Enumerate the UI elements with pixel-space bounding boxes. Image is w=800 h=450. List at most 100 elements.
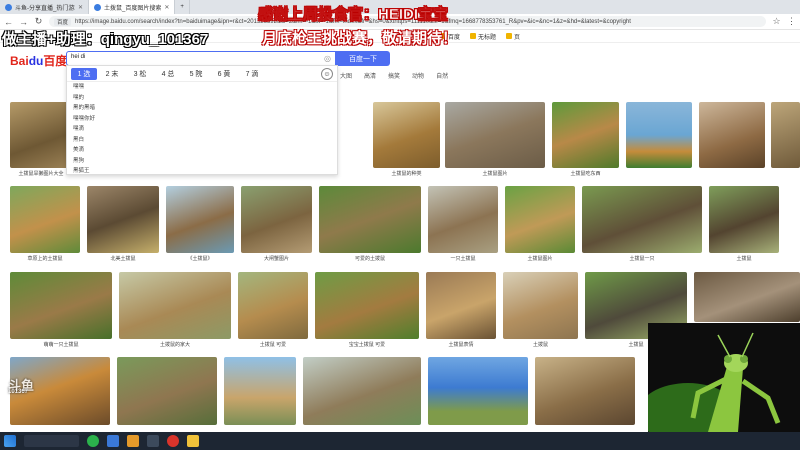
result-image[interactable] — [699, 102, 765, 168]
stream-overlay-line2: 月底枪王挑战赛，敬请期待！ — [262, 30, 458, 47]
media-icon[interactable] — [187, 435, 199, 447]
douyu-watermark: 斗鱼 101367 — [8, 378, 35, 396]
tab-douyu[interactable]: 斗鱼-分享直播_热门游戏直播 ✕ — [0, 0, 90, 14]
image-caption: 一只土拨鼠 — [450, 256, 476, 262]
steam-icon[interactable] — [147, 435, 159, 447]
result-image[interactable] — [315, 272, 419, 339]
back-icon[interactable]: ← — [4, 17, 13, 27]
image-caption: 《土拨鼠》 — [187, 256, 213, 262]
suggestion-item[interactable]: 黑的黑暗 — [67, 103, 337, 114]
search-button[interactable]: 百度一下 — [336, 51, 390, 66]
result-image[interactable] — [241, 186, 312, 253]
image-caption: 土拨鼠图片 — [482, 171, 508, 177]
result-image[interactable] — [10, 186, 80, 253]
filter-item[interactable]: 自然 — [436, 71, 448, 80]
result-image[interactable] — [166, 186, 234, 253]
windows-taskbar — [0, 432, 800, 450]
search-input[interactable]: hei di ◎ — [66, 51, 336, 66]
image-caption: 北美土拨鼠 — [110, 256, 136, 262]
image-caption: 土拨鼠 — [736, 256, 752, 262]
image-caption: 萌萌一只土拨鼠 — [43, 342, 79, 348]
suggestion-item[interactable]: 黑狗 — [67, 156, 337, 167]
emoji-icon[interactable]: ☺ — [321, 67, 333, 80]
result-image[interactable] — [303, 357, 421, 425]
result-image[interactable] — [535, 357, 635, 425]
result-image[interactable] — [10, 272, 112, 339]
image-caption: 土拨鼠的家大 — [159, 342, 190, 348]
tab-title: 土拨鼠_百度图片搜索 — [104, 5, 162, 12]
result-image[interactable] — [505, 186, 575, 253]
image-caption: 草原上的土拨鼠 — [27, 256, 63, 262]
browser-icon[interactable] — [107, 435, 119, 447]
image-caption: 土拨鼠表情 — [448, 342, 474, 348]
image-caption: 宝宝土拨鼠 可爱 — [348, 342, 386, 348]
result-image[interactable] — [238, 272, 308, 339]
ime-candidate[interactable]: 4 总 — [155, 68, 181, 80]
result-image[interactable] — [445, 102, 545, 168]
result-image[interactable] — [117, 357, 217, 425]
suggestion-item[interactable]: 嘿滴 — [67, 124, 337, 135]
filter-item[interactable]: 高清 — [364, 71, 376, 80]
close-icon[interactable]: ✕ — [164, 4, 169, 11]
suggestion-item[interactable]: 嘿嘿 — [67, 82, 337, 93]
result-image[interactable] — [771, 102, 800, 168]
new-tab-button[interactable]: + — [175, 0, 190, 14]
ime-candidate[interactable]: 1 选 — [71, 67, 97, 80]
bookmark-item[interactable]: 无标题 — [470, 32, 496, 41]
suggestion-item[interactable]: 美滴 — [67, 145, 337, 156]
reload-icon[interactable]: ↻ — [34, 16, 43, 27]
result-image[interactable] — [373, 102, 440, 168]
suggestion-item[interactable]: 嘿嘿你好 — [67, 114, 337, 125]
filter-item[interactable]: 搞笑 — [388, 71, 400, 80]
result-image[interactable] — [10, 102, 72, 168]
image-caption: 可爱的土拨鼠 — [354, 256, 385, 262]
suggestion-item[interactable]: 嘿的 — [67, 93, 337, 104]
result-image[interactable] — [709, 186, 779, 253]
watermark-brand: 斗鱼 — [8, 378, 35, 393]
result-image[interactable] — [428, 186, 498, 253]
result-image[interactable] — [319, 186, 421, 253]
suggestion-item[interactable]: 黑白 — [67, 135, 337, 146]
forward-icon[interactable]: → — [19, 17, 28, 27]
filter-item[interactable]: 动物 — [412, 71, 424, 80]
baidu-logo[interactable]: Baidu百度 — [10, 52, 67, 69]
bookmark-item[interactable]: 页 — [506, 32, 520, 41]
game-icon[interactable] — [127, 435, 139, 447]
tab-title: 斗鱼-分享直播_热门游戏直播 — [15, 5, 75, 12]
ime-candidate-bar: 1 选 2 末 3 松 4 总 5 院 6 黄 7 滴 ☺ — [67, 66, 337, 82]
result-image[interactable] — [503, 272, 578, 339]
result-image[interactable] — [119, 272, 231, 339]
tab-baidu-image[interactable]: 土拨鼠_百度图片搜索 ✕ — [89, 0, 176, 14]
result-image[interactable] — [87, 186, 159, 253]
result-image[interactable] — [426, 272, 496, 339]
result-image[interactable] — [626, 102, 692, 168]
filter-item[interactable]: 大图 — [340, 71, 352, 80]
result-image[interactable] — [552, 102, 619, 168]
site-tag: 百度 — [54, 17, 72, 26]
ime-candidate[interactable]: 3 松 — [127, 68, 153, 80]
ime-candidate[interactable]: 7 滴 — [239, 68, 265, 80]
menu-icon[interactable]: ⋮ — [787, 16, 796, 27]
search-query: hei di — [71, 54, 86, 60]
image-caption: 土拨鼠吃东西 — [570, 171, 601, 177]
douyu-icon — [5, 3, 12, 11]
result-image[interactable] — [694, 272, 800, 322]
netease-icon[interactable] — [167, 435, 179, 447]
stream-overlay-line1: 感谢上周投食官：HEIDI宝宝 — [258, 6, 449, 24]
wechat-icon[interactable] — [87, 435, 99, 447]
ime-candidate[interactable]: 6 黄 — [211, 68, 237, 80]
image-caption: 土拨鼠一只 — [629, 256, 655, 262]
windows-start-icon[interactable] — [4, 435, 16, 447]
stream-overlay-line3: 做主播+助理：qingyu_101367 — [2, 31, 209, 48]
ime-candidate[interactable]: 2 末 — [99, 68, 125, 80]
camera-icon[interactable]: ◎ — [324, 54, 331, 63]
suggestion-item[interactable]: 黑狐王 — [67, 166, 337, 177]
result-image[interactable] — [582, 186, 702, 253]
ime-candidate[interactable]: 5 院 — [183, 68, 209, 80]
taskbar-search[interactable] — [24, 435, 79, 447]
close-icon[interactable]: ✕ — [78, 4, 83, 11]
result-image[interactable] — [428, 357, 528, 425]
star-icon[interactable]: ☆ — [772, 16, 781, 27]
image-caption: 土拨鼠旱獭图片大全 — [18, 171, 64, 177]
result-image[interactable] — [224, 357, 296, 425]
